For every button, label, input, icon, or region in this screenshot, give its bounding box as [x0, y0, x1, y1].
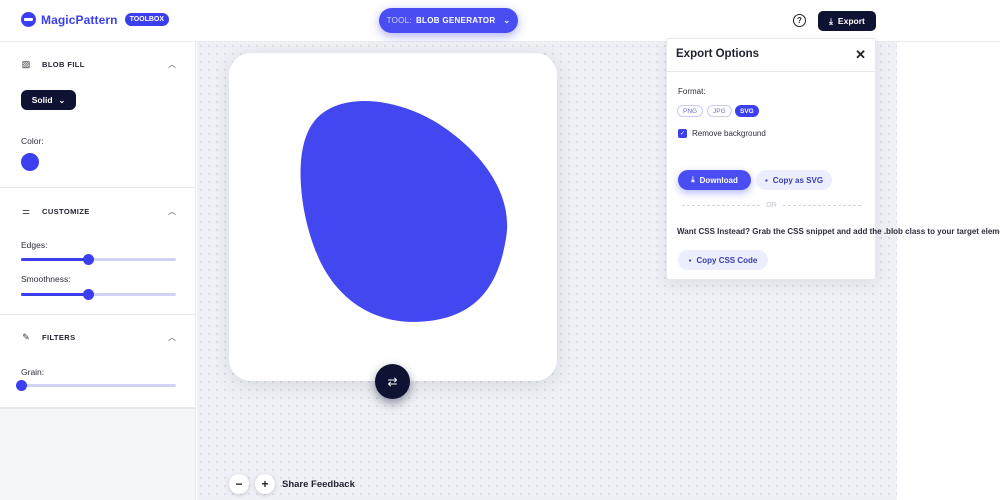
- clipboard-icon: ▪: [688, 255, 692, 265]
- section-title: FILTERS: [42, 332, 76, 342]
- share-feedback-link[interactable]: Share Feedback: [282, 479, 355, 490]
- chevron-up-icon: ︿: [168, 207, 176, 216]
- fill-type-label: Solid: [31, 95, 53, 105]
- or-separator: OR: [682, 202, 861, 209]
- grain-slider[interactable]: [16, 380, 176, 391]
- section-header-customize[interactable]: ⚌ CUSTOMIZE ︿: [21, 204, 176, 218]
- tool-prefix: TOOL:: [386, 16, 412, 25]
- copy-css-button[interactable]: ▪ Copy CSS Code: [678, 250, 768, 270]
- section-header-filters[interactable]: ✎ FILTERS ︿: [21, 330, 176, 344]
- clipboard-icon: ▪: [764, 175, 768, 185]
- toolbox-badge: TOOLBOX: [124, 13, 170, 26]
- tool-selector[interactable]: TOOL: BLOB GENERATOR ⌄: [379, 8, 518, 33]
- export-label: Export: [837, 16, 865, 26]
- slider-fill: [21, 258, 88, 261]
- format-jpg-chip[interactable]: JPG: [707, 105, 732, 117]
- color-swatch[interactable]: [21, 153, 39, 171]
- format-png-chip[interactable]: PNG: [677, 105, 704, 117]
- refresh-icon: ⇄: [387, 374, 398, 389]
- help-icon[interactable]: ?: [793, 14, 806, 27]
- blob-preview-card: [229, 53, 557, 381]
- section-title: CUSTOMIZE: [42, 206, 90, 216]
- brand-logo[interactable]: MagicPattern TOOLBOX: [21, 12, 170, 27]
- chevron-up-icon: ︿: [168, 333, 176, 342]
- slider-fill: [21, 293, 88, 296]
- hatch-icon: ▨: [21, 58, 31, 69]
- panel-title: Export Options: [676, 48, 760, 60]
- zoom-in-button[interactable]: +: [255, 474, 275, 494]
- smoothness-slider[interactable]: [21, 289, 176, 300]
- pen-icon: ✎: [22, 331, 30, 342]
- slider-thumb[interactable]: [83, 289, 94, 300]
- section-customize: ⚌ CUSTOMIZE ︿ Edges: Smoothness:: [0, 188, 196, 315]
- blob-shape: [300, 101, 508, 322]
- divider: [667, 71, 875, 72]
- checkbox-checked-icon[interactable]: ✓: [678, 129, 687, 138]
- right-margin: [897, 42, 1000, 500]
- section-header-blob-fill[interactable]: ▨ BLOB FILL ︿: [21, 57, 176, 71]
- brand-name: MagicPattern: [41, 12, 118, 27]
- export-options-panel: Export Options ✕ Format: PNG JPG SVG ✓ R…: [666, 38, 1000, 280]
- zoom-out-button[interactable]: −: [229, 474, 249, 494]
- section-title: BLOB FILL: [42, 59, 85, 69]
- download-label: Download: [699, 175, 738, 185]
- edges-label: Edges:: [21, 240, 48, 250]
- top-bar: MagicPattern TOOLBOX TOOL: BLOB GENERATO…: [0, 0, 1000, 42]
- chevron-down-icon: ⌄: [503, 16, 511, 25]
- remove-background-option[interactable]: ✓ Remove background: [678, 129, 766, 138]
- download-icon: ⤓: [829, 15, 833, 26]
- format-svg-chip[interactable]: SVG: [735, 105, 759, 117]
- export-button[interactable]: ⤓ Export: [818, 11, 876, 31]
- remove-background-label: Remove background: [692, 129, 766, 138]
- fill-type-dropdown[interactable]: Solid ⌄: [21, 90, 76, 110]
- copy-svg-button[interactable]: ▪ Copy as SVG: [756, 170, 832, 190]
- sidebar: ▨ BLOB FILL ︿ Solid ⌄ Color: ⚌ CUSTOMIZE…: [0, 42, 196, 408]
- slider-thumb[interactable]: [83, 254, 94, 265]
- section-blob-fill: ▨ BLOB FILL ︿ Solid ⌄ Color:: [0, 42, 196, 188]
- chevron-down-icon: ⌄: [58, 95, 66, 105]
- download-icon: ⤓: [691, 175, 695, 184]
- dash-line: [782, 205, 861, 206]
- copy-css-label: Copy CSS Code: [696, 255, 758, 265]
- edges-slider[interactable]: [21, 254, 176, 265]
- section-filters: ✎ FILTERS ︿ Grain:: [0, 315, 196, 408]
- sidebar-empty-area: [0, 408, 196, 500]
- chevron-up-icon: ︿: [168, 60, 176, 69]
- close-icon[interactable]: ✕: [855, 47, 866, 63]
- grain-label: Grain:: [21, 367, 45, 377]
- tool-name: BLOB GENERATOR: [415, 16, 496, 25]
- regenerate-button[interactable]: ⇄: [375, 364, 410, 399]
- smoothness-label: Smoothness:: [21, 274, 71, 284]
- sliders-icon: ⚌: [21, 205, 31, 216]
- logo-icon: [21, 12, 36, 27]
- download-button[interactable]: ⤓ Download: [678, 170, 751, 190]
- color-label: Color:: [21, 136, 44, 146]
- copy-svg-label: Copy as SVG: [772, 175, 824, 185]
- slider-thumb[interactable]: [16, 380, 27, 391]
- format-label: Format:: [678, 87, 706, 96]
- dash-line: [682, 205, 761, 206]
- or-label: OR: [766, 202, 777, 209]
- css-hint-text: Want CSS Instead? Grab the CSS snippet a…: [677, 227, 1000, 236]
